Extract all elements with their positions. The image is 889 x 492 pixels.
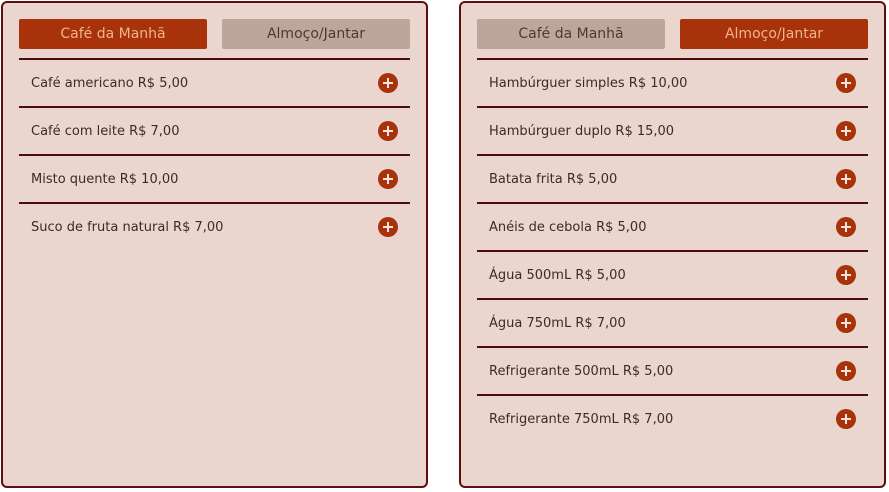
menu-item: Anéis de cebola R$ 5,00 xyxy=(477,202,868,250)
menu-item: Batata frita R$ 5,00 xyxy=(477,154,868,202)
menu-item-list: Hambúrguer simples R$ 10,00 Hambúrguer d… xyxy=(477,58,868,442)
menu-item: Café americano R$ 5,00 xyxy=(19,58,410,106)
menu-item-label: Batata frita R$ 5,00 xyxy=(489,171,618,187)
menu-item-label: Refrigerante 500mL R$ 5,00 xyxy=(489,363,674,379)
menu-item-label: Café americano R$ 5,00 xyxy=(31,75,189,91)
menu-item-label: Água 500mL R$ 5,00 xyxy=(489,267,626,283)
plus-circle-icon[interactable] xyxy=(378,169,398,189)
plus-circle-icon[interactable] xyxy=(836,313,856,333)
menu-tabs: Café da Manhã Almoço/Jantar xyxy=(477,19,868,49)
menu-tabs: Café da Manhã Almoço/Jantar xyxy=(19,19,410,49)
lunch-dinner-menu-panel: Café da Manhã Almoço/Jantar Hambúrguer s… xyxy=(459,1,886,488)
menu-item: Água 500mL R$ 5,00 xyxy=(477,250,868,298)
menu-item-label: Anéis de cebola R$ 5,00 xyxy=(489,219,647,235)
plus-circle-icon[interactable] xyxy=(836,217,856,237)
plus-circle-icon[interactable] xyxy=(836,409,856,429)
menu-item-list: Café americano R$ 5,00 Café com leite R$… xyxy=(19,58,410,250)
tab-lunch-dinner[interactable]: Almoço/Jantar xyxy=(222,19,410,49)
menu-item: Água 750mL R$ 7,00 xyxy=(477,298,868,346)
plus-circle-icon[interactable] xyxy=(836,121,856,141)
menu-item: Café com leite R$ 7,00 xyxy=(19,106,410,154)
breakfast-menu-panel: Café da Manhã Almoço/Jantar Café america… xyxy=(1,1,428,488)
menu-item-label: Café com leite R$ 7,00 xyxy=(31,123,180,139)
tab-lunch-dinner[interactable]: Almoço/Jantar xyxy=(680,19,868,49)
plus-circle-icon[interactable] xyxy=(378,73,398,93)
menu-item: Refrigerante 500mL R$ 5,00 xyxy=(477,346,868,394)
menu-item: Suco de fruta natural R$ 7,00 xyxy=(19,202,410,250)
menu-item: Refrigerante 750mL R$ 7,00 xyxy=(477,394,868,442)
plus-circle-icon[interactable] xyxy=(836,169,856,189)
menu-item-label: Água 750mL R$ 7,00 xyxy=(489,315,626,331)
tab-breakfast[interactable]: Café da Manhã xyxy=(19,19,207,49)
plus-circle-icon[interactable] xyxy=(378,121,398,141)
plus-circle-icon[interactable] xyxy=(836,73,856,93)
menu-item-label: Suco de fruta natural R$ 7,00 xyxy=(31,219,224,235)
menu-item-label: Misto quente R$ 10,00 xyxy=(31,171,179,187)
tab-breakfast[interactable]: Café da Manhã xyxy=(477,19,665,49)
plus-circle-icon[interactable] xyxy=(378,217,398,237)
plus-circle-icon[interactable] xyxy=(836,361,856,381)
plus-circle-icon[interactable] xyxy=(836,265,856,285)
menu-item-label: Hambúrguer simples R$ 10,00 xyxy=(489,75,688,91)
menu-item-label: Refrigerante 750mL R$ 7,00 xyxy=(489,411,674,427)
menu-item: Misto quente R$ 10,00 xyxy=(19,154,410,202)
menu-item: Hambúrguer simples R$ 10,00 xyxy=(477,58,868,106)
menu-item: Hambúrguer duplo R$ 15,00 xyxy=(477,106,868,154)
menu-item-label: Hambúrguer duplo R$ 15,00 xyxy=(489,123,675,139)
